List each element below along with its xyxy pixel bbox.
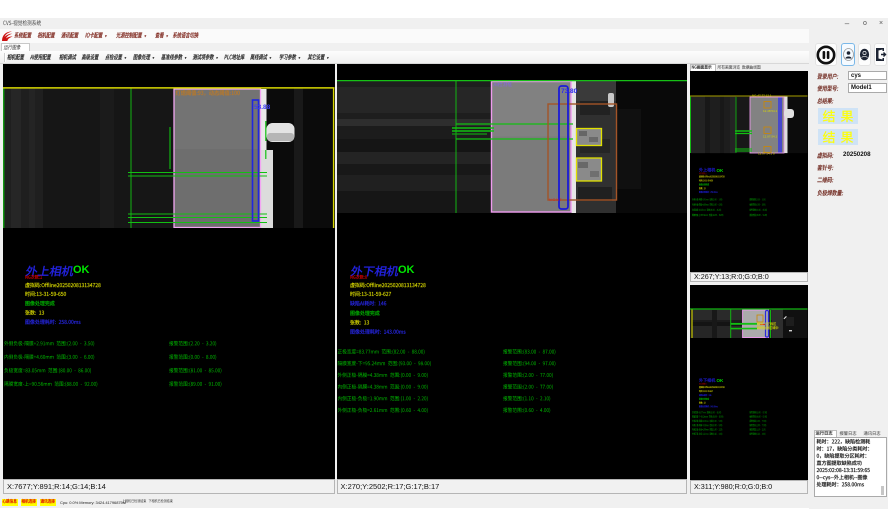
svg-text:12.07:54.1 8: 12.07:54.1 8 xyxy=(758,152,775,156)
svg-text:N G N T: N G N T xyxy=(549,198,563,202)
svg-text:53.88: 53.88 xyxy=(254,104,271,111)
svg-text:12.07:54.1: 12.07:54.1 xyxy=(763,135,778,139)
svg-text:12.48:54.1: 12.48:54.1 xyxy=(763,109,778,113)
svg-text:NG 47.77 12.1: NG 47.77 12.1 xyxy=(752,94,772,98)
svg-text:73.80: 73.80 xyxy=(561,88,578,95)
